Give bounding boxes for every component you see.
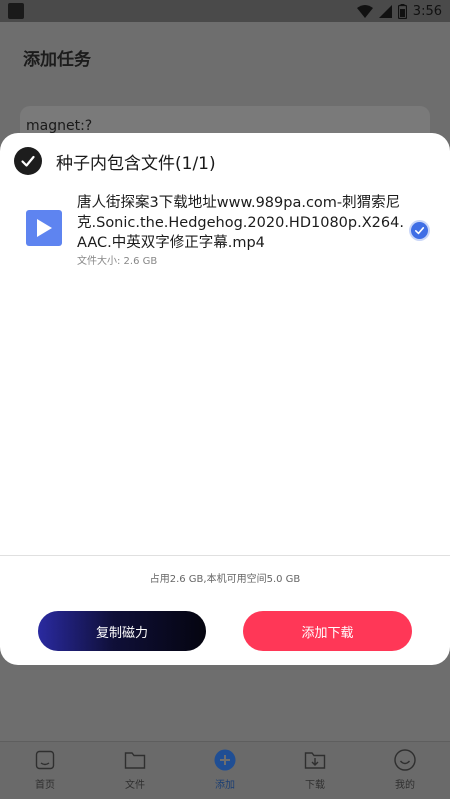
nav-home-label: 首页 xyxy=(35,780,55,791)
nav-mine[interactable]: 我的 xyxy=(360,742,450,799)
page-title: 添加任务 xyxy=(23,50,91,70)
smile-icon xyxy=(394,749,416,771)
divider xyxy=(0,555,450,556)
nav-files-label: 文件 xyxy=(125,780,145,791)
nav-add[interactable]: 添加 xyxy=(180,742,270,799)
home-icon xyxy=(34,749,56,771)
status-time: 3:56 xyxy=(412,3,442,19)
folder-icon xyxy=(124,749,146,771)
torrent-files-dialog: 种子内包含文件(1/1) 唐人街探案3下载地址www.989pa.com-刺猬索… xyxy=(0,133,450,665)
file-name: 唐人街探案3下载地址www.989pa.com-刺猬索尼克.Sonic.the.… xyxy=(77,195,404,251)
dialog-header: 种子内包含文件(1/1) xyxy=(14,147,216,175)
dialog-title: 种子内包含文件(1/1) xyxy=(56,153,216,174)
nav-download-label: 下载 xyxy=(305,780,325,791)
nav-download[interactable]: 下载 xyxy=(270,742,360,799)
add-icon xyxy=(214,749,236,771)
notification-icon xyxy=(8,3,24,19)
file-size: 文件大小: 2.6 GB xyxy=(77,256,158,267)
signal-icon xyxy=(378,4,392,18)
status-bar: 3:56 xyxy=(0,0,450,22)
nav-files[interactable]: 文件 xyxy=(90,742,180,799)
add-download-button[interactable]: 添加下载 xyxy=(243,611,412,651)
wifi-icon xyxy=(356,4,373,18)
storage-info: 占用2.6 GB,本机可用空间5.0 GB xyxy=(149,574,301,585)
copy-magnet-button[interactable]: 复制磁力 xyxy=(38,611,206,651)
video-play-icon xyxy=(26,210,62,246)
nav-home[interactable]: 首页 xyxy=(0,742,90,799)
select-all-check-icon[interactable] xyxy=(14,147,42,175)
nav-add-label: 添加 xyxy=(215,780,235,791)
battery-icon xyxy=(397,3,407,19)
status-indicators: 3:56 xyxy=(356,2,442,20)
bottom-nav: 首页 文件 添加 下载 我的 xyxy=(0,741,450,799)
nav-mine-label: 我的 xyxy=(395,780,415,791)
download-icon xyxy=(304,749,326,771)
file-selected-check-icon[interactable] xyxy=(411,222,428,239)
magnet-input-value: magnet:? xyxy=(26,118,93,134)
